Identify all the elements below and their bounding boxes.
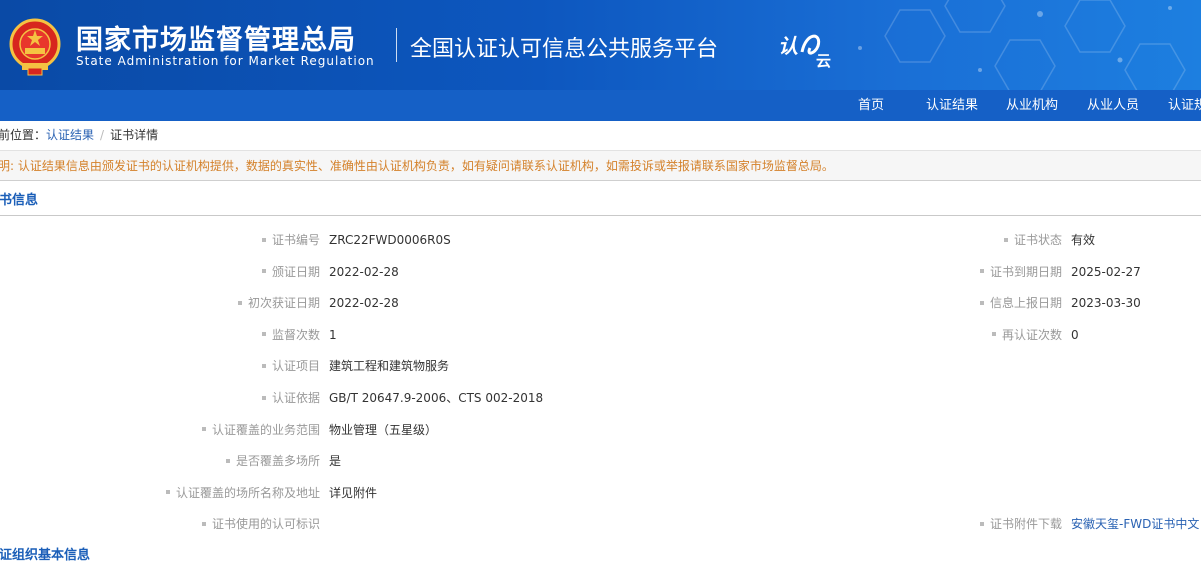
disclaimer-text: 声明: 认证结果信息由颁发证书的认证机构提供，数据的真实性、准确性由认证机构负责…: [0, 159, 834, 173]
field-label-text: 证书状态: [1013, 233, 1062, 247]
site-header-banner: 国家市场监督管理总局 State Administration for Mark…: [0, 0, 1201, 90]
nav-item-practitioners[interactable]: 从业人员: [1087, 90, 1139, 121]
bullet-icon: [1003, 237, 1008, 242]
field-label: 再认证次数: [900, 325, 1062, 345]
field-label-text: 证书附件下载: [989, 517, 1062, 532]
agency-title-chinese: 国家市场监督管理总局: [76, 25, 356, 56]
field-value: 2022-02-28: [329, 264, 399, 279]
section-title-org-info: 获证组织基本信息: [0, 541, 1201, 570]
section-title-certificate-info: 证书信息: [0, 186, 1201, 216]
field-label-text: 认证项目: [271, 359, 320, 374]
field-label: 认证覆盖的业务范围: [0, 420, 320, 440]
field-label: 是否覆盖多场所: [0, 451, 320, 471]
bullet-icon: [979, 269, 984, 274]
section-title-text: 获证组织基本信息: [0, 548, 91, 563]
agency-title-english: State Administration for Market Regulati…: [76, 54, 375, 68]
platform-logo: 认 云: [778, 26, 838, 71]
bullet-icon: [261, 269, 266, 274]
breadcrumb-current: 证书详情: [110, 128, 159, 142]
breadcrumb-prefix: 当前位置：: [0, 128, 47, 142]
field-label: 颁证日期: [0, 262, 320, 282]
bullet-icon: [261, 395, 266, 400]
field-label-text: 认证覆盖的业务范围: [211, 422, 320, 437]
field-label: 监督次数: [0, 325, 320, 345]
field-label: 证书使用的认可标识: [0, 514, 320, 534]
bullet-icon: [225, 458, 230, 463]
field-value: 0: [1071, 327, 1079, 342]
platform-title: 全国认证认可信息公共服务平台: [410, 37, 719, 62]
field-label-text: 证书编号: [271, 233, 320, 247]
section-title-text: 证书信息: [0, 193, 39, 208]
field-label-text: 颁证日期: [271, 264, 320, 279]
field-value: 详见附件: [329, 485, 378, 500]
attachment-download-link[interactable]: 安徽天玺-FWD证书中文: [1071, 514, 1199, 534]
bullet-icon: [261, 363, 266, 368]
field-value: 2022-02-28: [329, 296, 399, 311]
field-label-text: 再认证次数: [1001, 327, 1062, 342]
bullet-icon: [979, 521, 984, 526]
field-value: 2023-03-30: [1071, 296, 1141, 311]
header-divider: [396, 28, 397, 62]
bullet-icon: [201, 521, 206, 526]
field-label: 认证项目: [0, 356, 320, 376]
nav-item-cert-results[interactable]: 认证结果: [926, 90, 978, 121]
field-label-text: 监督次数: [271, 327, 320, 342]
field-label: 初次获证日期: [0, 293, 320, 313]
field-value: 物业管理（五星级）: [329, 422, 438, 437]
nav-item-home[interactable]: 首页: [858, 90, 884, 121]
svg-text:认: 认: [778, 34, 798, 58]
field-label: 信息上报日期: [900, 293, 1062, 313]
bullet-icon: [261, 332, 266, 337]
field-label-text: 信息上报日期: [989, 296, 1062, 311]
nav-item-cert-rules[interactable]: 认证规: [1168, 90, 1201, 121]
field-value: 1: [329, 327, 337, 342]
disclaimer-notice: 声明: 认证结果信息由颁发证书的认证机构提供，数据的真实性、准确性由认证机构负责…: [0, 150, 1201, 181]
field-label: 证书编号: [0, 230, 320, 250]
field-label: 认证依据: [0, 388, 320, 408]
breadcrumb-link-cert-results[interactable]: 认证结果: [46, 128, 94, 142]
field-value: 2025-02-27: [1071, 264, 1141, 279]
bullet-icon: [991, 332, 996, 337]
field-label-text: 证书到期日期: [989, 264, 1062, 279]
field-value: 是: [329, 454, 342, 469]
bullet-icon: [237, 300, 242, 305]
field-value: GB/T 20647.9-2006、CTS 002-2018: [329, 391, 544, 405]
breadcrumb: 当前位置：认证结果 / 证书详情: [0, 121, 1201, 150]
field-value: 有效: [1071, 233, 1096, 247]
bullet-icon: [165, 490, 170, 495]
main-nav: 首页 认证结果 从业机构 从业人员 认证规: [0, 90, 1201, 121]
svg-text:云: 云: [816, 52, 831, 68]
field-label: 认证覆盖的场所名称及地址: [0, 483, 320, 503]
field-label-text: 认证覆盖的场所名称及地址: [175, 485, 320, 500]
field-value: 建筑工程和建筑物服务: [329, 359, 450, 374]
bullet-icon: [201, 427, 206, 432]
field-label-text: 初次获证日期: [247, 296, 320, 311]
national-emblem-logo: [8, 18, 62, 76]
field-label-text: 是否覆盖多场所: [235, 454, 320, 469]
breadcrumb-separator: /: [100, 128, 105, 142]
field-label: 证书到期日期: [900, 262, 1062, 282]
field-value: ZRC22FWD0006R0S: [329, 233, 451, 247]
field-label: 证书附件下载: [900, 514, 1062, 534]
field-label-text: 认证依据: [271, 391, 320, 405]
field-label: 证书状态: [900, 230, 1062, 250]
nav-item-organizations[interactable]: 从业机构: [1006, 90, 1058, 121]
field-label-text: 证书使用的认可标识: [211, 517, 320, 532]
bullet-icon: [979, 300, 984, 305]
bullet-icon: [261, 237, 266, 242]
